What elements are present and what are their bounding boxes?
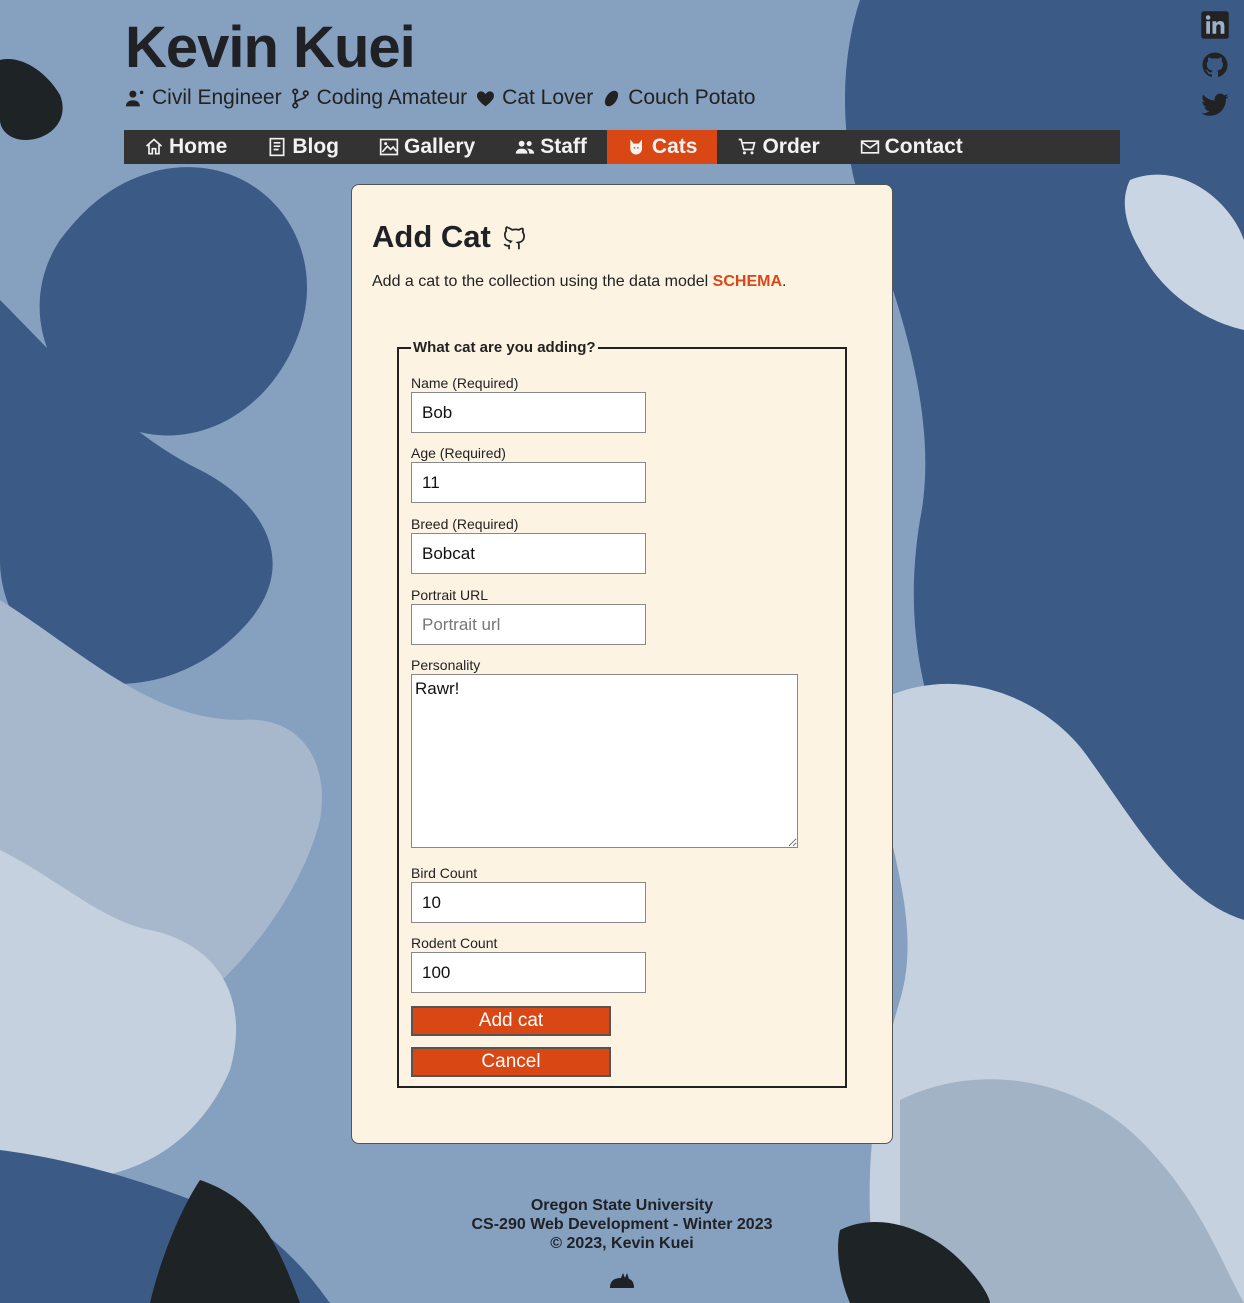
cancel-button[interactable]: Cancel: [411, 1047, 611, 1077]
cat-icon: [610, 1273, 634, 1288]
main-nav: Home Blog Gallery Staff Cats Order Conta…: [124, 130, 1120, 164]
cart-icon: [739, 138, 757, 155]
age-label: Age (Required): [411, 445, 506, 461]
linkedin-link[interactable]: [1200, 10, 1230, 40]
twitter-icon: [1201, 93, 1229, 116]
nav-item-order[interactable]: Order: [717, 130, 839, 164]
tagline-label: Civil Engineer: [152, 86, 282, 109]
nav-label: Blog: [292, 135, 340, 158]
footer-line-course: CS-290 Web Development - Winter 2023: [471, 1216, 773, 1233]
twitter-link[interactable]: [1200, 90, 1230, 120]
footer-cat: [607, 1270, 637, 1295]
add-cat-card: Add Cat Add a cat to the collection usin…: [351, 184, 893, 1144]
site-title: Kevin Kuei: [125, 15, 416, 80]
page-title: Add Cat: [372, 219, 529, 255]
footer-line-university: Oregon State University: [530, 1197, 714, 1214]
staff-icon: [516, 140, 535, 154]
nav-label: Order: [762, 135, 820, 158]
github-link[interactable]: [1200, 50, 1230, 80]
blog-icon: [269, 137, 285, 157]
portrait-url-label: Portrait URL: [411, 587, 489, 603]
nav-label: Cats: [651, 135, 698, 158]
add-cat-button[interactable]: Add cat: [411, 1006, 611, 1036]
code-branch-icon: [291, 87, 309, 109]
form-legend: What cat are you adding?: [413, 339, 596, 356]
nav-label: Contact: [884, 135, 963, 158]
page-description: Add a cat to the collection using the da…: [372, 273, 786, 291]
footer-line-copyright: © 2023, Kevin Kuei: [550, 1235, 694, 1252]
gallery-icon: [379, 138, 399, 156]
desc-suffix: .: [782, 273, 787, 290]
tagline-civil-engineer: Civil Engineer: [125, 86, 282, 110]
nav-item-cats[interactable]: Cats: [606, 130, 718, 164]
nav-item-contact[interactable]: Contact: [840, 130, 983, 164]
cat-heart-icon: [477, 90, 495, 106]
nav-item-blog[interactable]: Blog: [247, 130, 359, 164]
mail-icon: [860, 140, 879, 154]
linkedin-icon: [1201, 11, 1229, 39]
bird-count-input[interactable]: [411, 882, 646, 923]
nav-label: Home: [169, 135, 228, 158]
tagline-label: Cat Lover: [502, 86, 594, 109]
bird-count-label: Bird Count: [411, 865, 478, 881]
nav-item-home[interactable]: Home: [124, 130, 247, 164]
tagline: Civil Engineer Coding Amateur Cat Lover …: [125, 86, 757, 110]
home-icon: [145, 138, 163, 155]
tagline-couch-potato: Couch Potato: [601, 86, 755, 110]
nav-item-staff[interactable]: Staff: [495, 130, 607, 164]
name-input[interactable]: [411, 392, 646, 433]
breed-input[interactable]: [411, 533, 646, 574]
tagline-coding-amateur: Coding Amateur: [290, 86, 468, 110]
engineer-icon: [125, 90, 144, 106]
page-title-text: Add Cat: [372, 219, 491, 254]
potato-icon: [605, 90, 619, 106]
age-input[interactable]: [411, 462, 646, 503]
portrait-url-input[interactable]: [411, 604, 646, 645]
cat-icon: [630, 139, 642, 155]
personality-textarea[interactable]: Rawr!: [411, 674, 798, 848]
nav-item-gallery[interactable]: Gallery: [359, 130, 495, 164]
github-icon: [1202, 52, 1228, 77]
tagline-label: Coding Amateur: [316, 86, 468, 109]
personality-label: Personality: [411, 657, 481, 673]
social-links: [1200, 10, 1230, 120]
tagline-cat-lover: Cat Lover: [475, 86, 593, 110]
tagline-label: Couch Potato: [628, 86, 756, 109]
footer: Oregon State University CS-290 Web Devel…: [0, 1196, 1244, 1253]
desc-prefix: Add a cat to the collection using the da…: [372, 273, 713, 290]
rodent-count-input[interactable]: [411, 952, 646, 993]
schema-link[interactable]: SCHEMA: [713, 273, 782, 290]
nav-label: Gallery: [404, 135, 476, 158]
rodent-count-label: Rodent Count: [411, 935, 498, 951]
nav-label: Staff: [540, 135, 587, 158]
breed-label: Breed (Required): [411, 516, 519, 532]
github-icon[interactable]: [499, 221, 529, 253]
name-label: Name (Required): [411, 375, 519, 391]
